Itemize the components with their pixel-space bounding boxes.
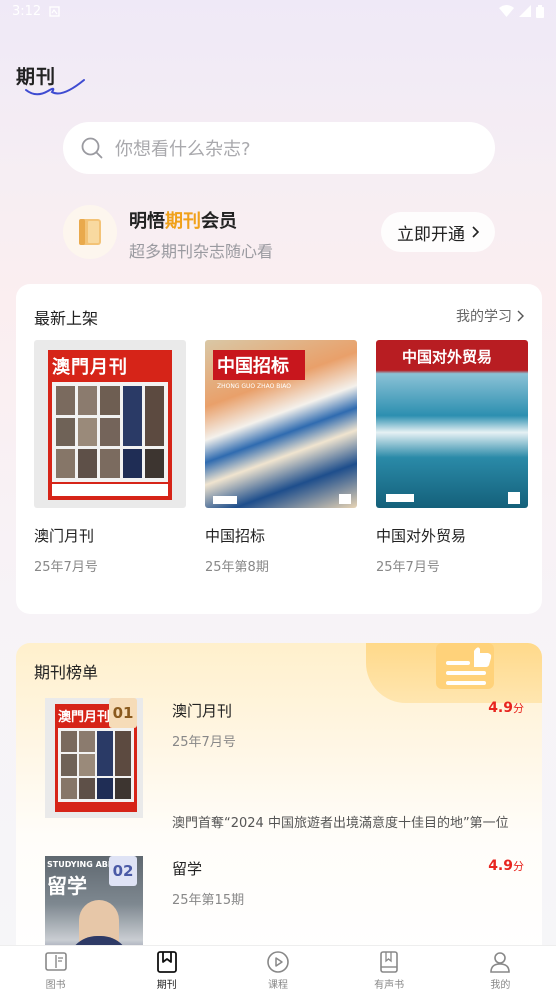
score-unit: 分 <box>513 702 524 715</box>
member-subtitle: 超多期刊杂志随心看 <box>129 242 274 261</box>
signal-icon <box>519 5 531 17</box>
tab-label: 有声书 <box>374 980 405 991</box>
ranking-section: 期刊榜单 澳門月刊 01 澳门月刊 25年7月号 4.9分 澳門首奪“2024 … <box>16 643 542 963</box>
member-title-suffix: 会员 <box>201 211 237 232</box>
notification-icon <box>49 5 60 17</box>
ranking-item-issue: 25年7月号 <box>172 735 236 750</box>
cover-title-text: 澳門月刊 <box>52 357 128 378</box>
status-time: 3:12 <box>12 3 42 19</box>
tab-journals[interactable]: 期刊 <box>137 950 197 991</box>
user-icon <box>490 952 511 973</box>
my-study-label: 我的学习 <box>456 309 512 325</box>
audiobook-icon <box>380 951 398 973</box>
open-membership-label: 立即开通 <box>397 224 465 245</box>
score-unit: 分 <box>513 860 524 873</box>
magazine-name: 澳门月刊 <box>34 527 95 545</box>
tab-audiobooks[interactable]: 有声书 <box>359 950 419 991</box>
ranking-item-issue: 25年第15期 <box>172 893 245 908</box>
magazine-name: 中国招标 <box>205 527 266 545</box>
member-title-highlight: 期刊 <box>165 211 201 232</box>
status-bar: 3:12 <box>0 0 556 22</box>
score-value: 4.9 <box>488 858 513 874</box>
cover-title-text: 中国招标 <box>217 356 289 377</box>
ranking-item-description: 澳門首奪“2024 中国旅遊者出境滿意度十佳目的地”第一位 <box>172 816 509 831</box>
ranking-title: 期刊榜单 <box>34 663 99 682</box>
magazine-card[interactable]: 中国对外贸易 中国对外贸易 25年7月号 <box>376 340 530 575</box>
battery-icon <box>536 4 544 18</box>
magazine-cover: 澳門月刊 <box>34 340 186 508</box>
page-header: 期刊 <box>16 62 85 96</box>
search-icon <box>81 137 103 159</box>
title-underline-decoration <box>25 79 85 96</box>
my-study-link[interactable]: 我的学习 <box>456 306 524 326</box>
magazine-card[interactable]: 澳門月刊 澳门月刊 25年7月号 <box>34 340 188 575</box>
magazine-card[interactable]: 中国招标 ZHONG GUO ZHAO BIAO 中国招标 25年第8期 <box>205 340 359 575</box>
member-title: 明悟期刊会员 <box>129 207 237 233</box>
membership-banner: 明悟期刊会员 超多期刊杂志随心看 立即开通 <box>63 205 495 261</box>
search-input[interactable]: 你想看什么杂志? <box>63 122 495 174</box>
ranking-item-score: 4.9分 <box>488 858 524 874</box>
list-thumbs-up-icon <box>436 643 494 689</box>
rank-badge: 01 <box>109 698 137 728</box>
bottom-tab-bar: 图书 期刊 课程 有声书 我的 <box>0 945 556 995</box>
magazine-cover: 中国对外贸易 <box>376 340 528 508</box>
magazine-issue: 25年7月号 <box>34 560 98 575</box>
rank-badge: 02 <box>109 856 137 886</box>
tab-profile[interactable]: 我的 <box>470 950 530 991</box>
ranking-item-name: 澳门月刊 <box>172 702 233 720</box>
tab-books[interactable]: 图书 <box>26 950 86 991</box>
ranking-item-score: 4.9分 <box>488 700 524 716</box>
chevron-right-icon <box>517 310 524 322</box>
cover-title-text: 澳門月刊 <box>58 710 111 725</box>
tab-label: 课程 <box>267 980 288 991</box>
tab-label: 图书 <box>45 980 66 991</box>
tab-courses[interactable]: 课程 <box>248 950 308 991</box>
bookmark-icon <box>156 951 177 973</box>
magazine-issue: 25年7月号 <box>376 560 440 575</box>
wifi-icon <box>499 5 514 17</box>
cover-subtitle-text: ZHONG GUO ZHAO BIAO <box>217 383 291 390</box>
member-book-icon <box>63 205 117 259</box>
open-membership-button[interactable]: 立即开通 <box>381 212 495 252</box>
magazine-cover: 中国招标 ZHONG GUO ZHAO BIAO <box>205 340 357 508</box>
ranking-item[interactable]: 澳門月刊 01 澳门月刊 25年7月号 4.9分 澳門首奪“2024 中国旅遊者… <box>16 698 542 838</box>
play-icon <box>267 951 289 973</box>
magazine-issue: 25年第8期 <box>205 560 269 575</box>
cover-title-text: 中国对外贸易 <box>402 348 493 366</box>
book-icon <box>44 952 67 971</box>
latest-section: 最新上架 我的学习 澳門月刊 澳门月刊 25年7月号 中国招标 ZHONG GU… <box>16 284 542 614</box>
magazine-name: 中国对外贸易 <box>376 527 467 545</box>
chevron-right-icon <box>472 226 479 238</box>
search-placeholder: 你想看什么杂志? <box>115 139 251 160</box>
cover-title-text: 留学 <box>47 874 87 898</box>
score-value: 4.9 <box>488 700 513 716</box>
tab-label: 我的 <box>490 980 511 991</box>
member-title-prefix: 明悟 <box>129 211 165 232</box>
ranking-item-name: 留学 <box>172 860 203 878</box>
latest-title: 最新上架 <box>34 309 99 328</box>
tab-label: 期刊 <box>156 980 177 991</box>
